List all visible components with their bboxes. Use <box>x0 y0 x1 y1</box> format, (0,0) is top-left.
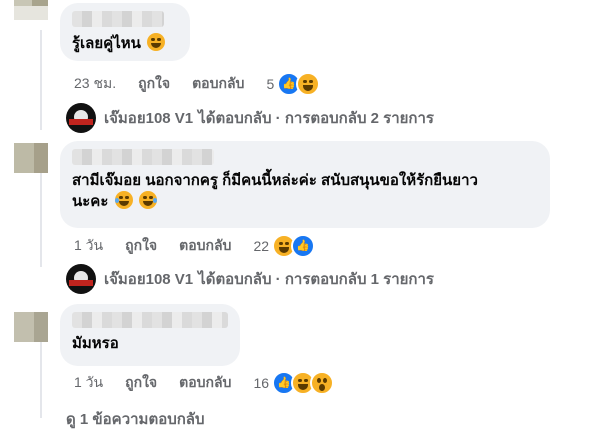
author-name-redacted[interactable] <box>72 149 214 165</box>
haha-icon <box>296 72 321 96</box>
view-more-replies-link[interactable]: ดู 1 ข้อความตอบกลับ <box>66 407 205 431</box>
comment-timestamp[interactable]: 23 ชม. <box>74 73 116 95</box>
comment-text: มัมหรอ <box>72 335 119 352</box>
avatar[interactable] <box>14 312 48 342</box>
comment-timestamp[interactable]: 1 วัน <box>74 235 103 257</box>
like-button[interactable]: ถูกใจ <box>125 372 157 394</box>
view-replies-link[interactable]: เจ๊มอย108 V1 ได้ตอบกลับ · การตอบกลับ 2 ร… <box>66 103 434 133</box>
reaction-icons[interactable] <box>277 72 321 96</box>
replier-avatar <box>66 103 96 133</box>
wow-icon <box>310 371 335 395</box>
comment-actions: 23 ชม. ถูกใจ ตอบกลับ 5 <box>74 72 321 96</box>
laughing-emoji-icon <box>147 33 166 51</box>
replier-name: เจ๊มอย108 V1 <box>104 271 194 288</box>
comment-timestamp[interactable]: 1 วัน <box>74 372 103 394</box>
view-replies-link[interactable]: เจ๊มอย108 V1 ได้ตอบกลับ · การตอบกลับ 1 ร… <box>66 264 434 294</box>
reaction-count[interactable]: 5 <box>266 76 274 92</box>
reaction-count[interactable]: 22 <box>253 238 269 254</box>
comment-text: สามีเจ๊มอย นอกจากครู ก็มีคนนี้หล่ะค่ะ สน… <box>72 171 538 212</box>
avatar[interactable] <box>14 143 48 173</box>
author-name-redacted[interactable] <box>72 11 164 27</box>
reaction-icons[interactable] <box>272 234 316 258</box>
comment-text-content: รู้เลยคู่ไหน <box>72 35 141 52</box>
like-button[interactable]: ถูกใจ <box>125 235 157 257</box>
reaction-icons[interactable] <box>272 371 335 395</box>
avatar[interactable] <box>14 0 48 20</box>
reaction-count[interactable]: 16 <box>253 375 269 391</box>
comment-text-line1: สามีเจ๊มอย นอกจากครู ก็มีคนนี้หล่ะค่ะ สน… <box>72 172 478 189</box>
reply-count-text: ได้ตอบกลับ · การตอบกลับ 1 รายการ <box>198 271 434 288</box>
comment-bubble: สามีเจ๊มอย นอกจากครู ก็มีคนนี้หล่ะค่ะ สน… <box>60 141 550 228</box>
comment-bubble: มัมหรอ <box>60 304 240 366</box>
replier-avatar <box>66 264 96 294</box>
reply-count-text: ได้ตอบกลับ · การตอบกลับ 2 รายการ <box>198 110 434 127</box>
comment-bubble: รู้เลยคู่ไหน <box>60 3 190 61</box>
comment-text-line2: นะคะ <box>72 193 109 210</box>
reply-button[interactable]: ตอบกลับ <box>179 235 231 257</box>
like-button[interactable]: ถูกใจ <box>138 73 170 95</box>
reply-button[interactable]: ตอบกลับ <box>179 372 231 394</box>
rofl-emoji-icon <box>114 191 133 209</box>
like-icon <box>291 234 316 258</box>
reply-button[interactable]: ตอบกลับ <box>192 73 244 95</box>
comment-actions: 1 วัน ถูกใจ ตอบกลับ 16 <box>74 371 335 395</box>
thread-line <box>40 340 42 418</box>
author-name-redacted[interactable] <box>72 312 228 328</box>
rofl-emoji-icon <box>138 191 157 209</box>
replier-name: เจ๊มอย108 V1 <box>104 110 194 127</box>
thread-line <box>40 30 42 130</box>
comment-actions: 1 วัน ถูกใจ ตอบกลับ 22 <box>74 234 316 258</box>
thread-line <box>40 172 42 267</box>
comment-text: รู้เลยคู่ไหน <box>72 33 178 54</box>
